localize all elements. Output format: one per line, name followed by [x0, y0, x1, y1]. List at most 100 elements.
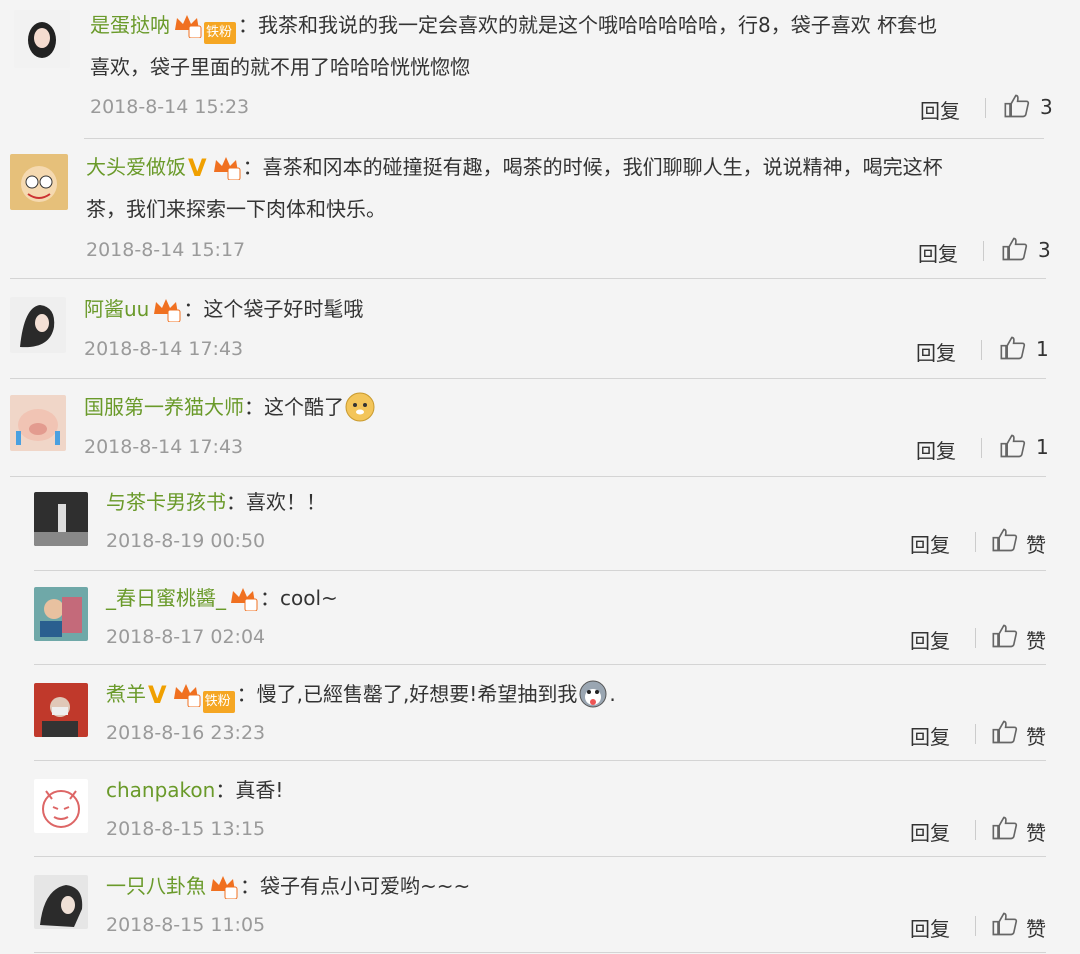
divider — [34, 760, 1046, 761]
comment-text: ：cool~ — [260, 586, 338, 610]
avatar[interactable] — [34, 875, 88, 929]
thumbs-up-icon[interactable] — [991, 718, 1019, 746]
username[interactable]: 是蛋挞呐 — [90, 13, 170, 37]
timestamp: 2018-8-19 00:50 — [106, 530, 266, 552]
timestamp: 2018-8-14 15:17 — [86, 239, 246, 261]
like-count: 3 — [1038, 238, 1051, 262]
comment-text-end: . — [609, 682, 616, 706]
thumbs-up-icon[interactable] — [1003, 92, 1031, 120]
divider — [983, 241, 984, 261]
comment-text: ：喜欢！！ — [226, 490, 326, 514]
avatar[interactable] — [34, 683, 88, 737]
husky-emoji-icon — [579, 680, 607, 708]
comment-text-cont: 茶，我们来探索一下肉体和快乐。 — [86, 197, 386, 221]
timestamp: 2018-8-14 17:43 — [84, 338, 244, 360]
fan-badge: 铁粉 — [204, 22, 237, 44]
timestamp: 2018-8-14 15:23 — [90, 96, 250, 118]
reply-button[interactable]: 回复 — [910, 529, 950, 558]
avatar-icon — [34, 504, 88, 546]
divider — [10, 378, 1046, 379]
timestamp: 2018-8-15 13:15 — [106, 818, 266, 840]
avatar-icon — [40, 885, 83, 927]
avatar[interactable] — [34, 587, 88, 641]
like-button-label[interactable]: 赞 — [1026, 625, 1046, 654]
like-button-label[interactable]: 赞 — [1026, 913, 1046, 942]
avatar[interactable] — [10, 154, 68, 210]
divider — [34, 856, 1046, 857]
comment-text: ：这个袋子好时髦哦 — [183, 297, 364, 321]
divider — [975, 916, 976, 936]
fan-badge: 铁粉 — [202, 691, 235, 713]
username[interactable]: 与茶卡男孩书 — [106, 490, 226, 514]
thumbs-up-icon[interactable] — [999, 432, 1027, 460]
reply-button[interactable]: 回复 — [918, 238, 958, 267]
crown-badge-icon — [211, 152, 241, 181]
like-count: 3 — [1040, 95, 1053, 119]
like-button-label[interactable]: 赞 — [1026, 529, 1046, 558]
timestamp: 2018-8-15 11:05 — [106, 914, 266, 936]
username[interactable]: 国服第一养猫大师 — [84, 395, 244, 419]
avatar-icon — [42, 790, 80, 828]
avatar-icon — [21, 166, 57, 202]
thumbs-up-icon[interactable] — [1001, 235, 1029, 263]
comment-text: ：喜茶和冈本的碰撞挺有趣，喝茶的时候，我们聊聊人生，说说精神，喝完这杯 — [242, 155, 943, 179]
username[interactable]: 阿酱uu — [84, 297, 149, 321]
thumbs-up-icon[interactable] — [991, 526, 1019, 554]
thumbs-up-icon[interactable] — [991, 814, 1019, 842]
username[interactable]: chanpakon — [106, 778, 215, 802]
verified-v-icon: V — [148, 681, 167, 709]
avatar-icon — [40, 597, 82, 637]
avatar[interactable] — [10, 297, 66, 353]
divider — [975, 532, 976, 552]
timestamp: 2018-8-14 17:43 — [84, 436, 244, 458]
username[interactable]: 大头爱做饭 — [86, 155, 186, 179]
divider — [34, 664, 1046, 665]
avatar-icon — [42, 697, 78, 737]
reply-button[interactable]: 回复 — [910, 721, 950, 750]
username[interactable]: _春日蜜桃醬_ — [106, 586, 226, 610]
crown-badge-icon — [151, 294, 181, 323]
reply-button[interactable]: 回复 — [916, 435, 956, 464]
divider — [981, 438, 982, 458]
crown-badge-icon — [208, 871, 238, 900]
comment-text: ：我茶和我说的我一定会喜欢的就是这个哦哈哈哈哈哈，行8，袋子喜欢 杯套也 — [238, 13, 938, 37]
doge-emoji-icon — [345, 392, 375, 422]
comment-text: ：这个酷了 — [244, 395, 344, 419]
divider — [34, 952, 1046, 953]
divider — [985, 98, 986, 118]
timestamp: 2018-8-17 02:04 — [106, 626, 266, 648]
reply-button[interactable]: 回复 — [910, 913, 950, 942]
like-button-label[interactable]: 赞 — [1026, 721, 1046, 750]
like-count: 1 — [1036, 435, 1049, 459]
divider — [84, 138, 1044, 139]
comment-text-cont: 喜欢，袋子里面的就不用了哈哈哈恍恍惚惚 — [90, 55, 470, 79]
like-count: 1 — [1036, 337, 1049, 361]
crown-badge-icon — [228, 583, 258, 612]
comment-text: ：真香! — [215, 778, 284, 802]
avatar[interactable] — [34, 492, 88, 546]
thumbs-up-icon[interactable] — [991, 910, 1019, 938]
username[interactable]: 煮羊 — [106, 682, 146, 706]
divider — [975, 724, 976, 744]
crown-badge-icon — [171, 679, 201, 708]
comment-text: ：慢了,已經售罄了,好想要!希望抽到我 — [236, 682, 578, 706]
reply-button[interactable]: 回复 — [916, 337, 956, 366]
divider — [10, 278, 1046, 279]
avatar-icon — [20, 305, 55, 348]
avatar[interactable] — [14, 10, 70, 68]
crown-badge-icon — [172, 10, 202, 39]
avatar-icon — [16, 409, 60, 445]
avatar[interactable] — [10, 395, 66, 451]
reply-button[interactable]: 回复 — [920, 95, 960, 124]
divider — [10, 476, 1046, 477]
thumbs-up-icon[interactable] — [999, 334, 1027, 362]
username[interactable]: 一只八卦魚 — [106, 874, 206, 898]
like-button-label[interactable]: 赞 — [1026, 817, 1046, 846]
reply-button[interactable]: 回复 — [910, 625, 950, 654]
comment-text: ：袋子有点小可爱哟~~~ — [240, 874, 471, 898]
divider — [981, 340, 982, 360]
thumbs-up-icon[interactable] — [991, 622, 1019, 650]
avatar[interactable] — [34, 779, 88, 833]
reply-button[interactable]: 回复 — [910, 817, 950, 846]
divider — [975, 628, 976, 648]
